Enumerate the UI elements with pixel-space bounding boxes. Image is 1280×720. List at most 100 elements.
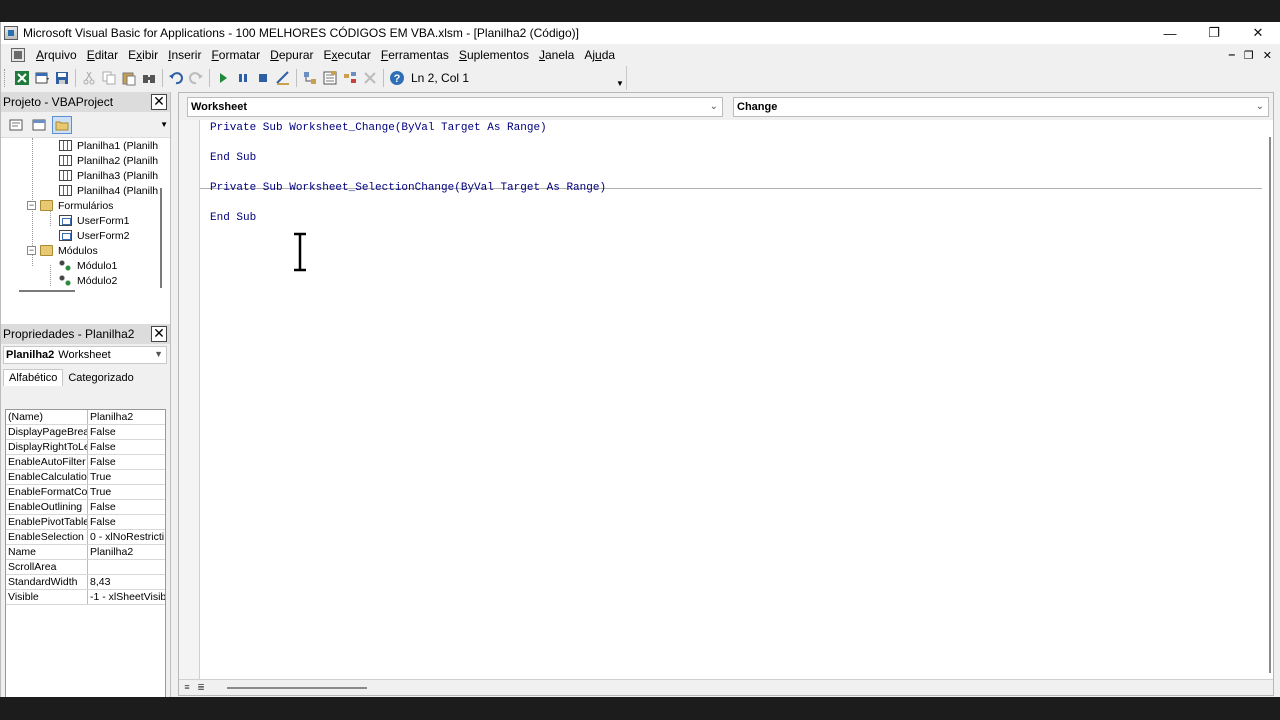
chevron-down-icon[interactable]: ⌄ <box>710 101 718 112</box>
tab-alphabetic[interactable]: Alfabético <box>3 369 64 386</box>
property-value[interactable]: False <box>88 425 165 439</box>
property-value[interactable]: True <box>88 485 165 499</box>
code-line[interactable]: Private Sub Worksheet_Change(ByVal Targe… <box>210 122 547 137</box>
menu-item-9[interactable]: Janela <box>536 48 581 62</box>
property-row[interactable]: EnableAutoFilter False <box>6 455 165 470</box>
property-row[interactable]: EnableFormatCon True <box>6 485 165 500</box>
property-row[interactable]: (Name) Planilha2 <box>6 410 165 425</box>
object-selector[interactable]: Planilha2 Worksheet ▼ <box>3 346 167 364</box>
indicator-margin[interactable] <box>179 120 200 680</box>
property-value[interactable]: 0 - xlNoRestricti <box>88 530 165 544</box>
tree-horizontal-scrollbar[interactable] <box>19 290 75 292</box>
collapse-icon[interactable]: − <box>27 246 36 255</box>
tree-item[interactable]: Módulo1 <box>59 258 117 273</box>
undo-icon[interactable] <box>166 68 186 88</box>
project-toolbar-more-icon[interactable]: ▼ <box>160 120 168 129</box>
property-row[interactable]: EnableCalculation True <box>6 470 165 485</box>
paste-icon[interactable] <box>119 68 139 88</box>
toolbox-icon[interactable] <box>360 68 380 88</box>
design-mode-icon[interactable] <box>273 68 293 88</box>
chevron-down-icon[interactable]: ⌄ <box>1256 101 1264 112</box>
property-value[interactable]: Planilha2 <box>88 410 165 424</box>
code-editor[interactable]: Private Sub Worksheet_Change(ByVal Targe… <box>200 120 1262 680</box>
tree-item[interactable]: UserForm2 <box>59 228 130 243</box>
view-object-icon[interactable] <box>29 116 49 134</box>
properties-close-button[interactable]: ✕ <box>151 326 167 342</box>
property-value[interactable]: Planilha2 <box>88 545 165 559</box>
mdi-minimize-button[interactable]: ‒ <box>1229 49 1235 61</box>
property-value[interactable]: -1 - xlSheetVisib <box>88 590 165 604</box>
code-window-system-icon[interactable] <box>11 48 25 62</box>
menu-item-6[interactable]: Executar <box>321 48 378 62</box>
mdi-close-button[interactable]: ✕ <box>1263 49 1272 62</box>
break-icon[interactable] <box>233 68 253 88</box>
tree-item[interactable]: Planilha2 (Planilh <box>59 153 158 168</box>
menu-item-1[interactable]: Editar <box>84 48 125 62</box>
property-value[interactable]: True <box>88 470 165 484</box>
tree-item[interactable]: UserForm1 <box>59 213 130 228</box>
property-row[interactable]: EnableOutlining False <box>6 500 165 515</box>
property-row[interactable]: EnablePivotTable False <box>6 515 165 530</box>
view-code-icon[interactable] <box>6 116 26 134</box>
mdi-restore-button[interactable]: ❐ <box>1244 49 1254 62</box>
code-line[interactable]: End Sub <box>210 152 256 167</box>
property-row[interactable]: DisplayPageBreak False <box>6 425 165 440</box>
restore-button[interactable]: ❐ <box>1192 22 1236 44</box>
project-explorer-icon[interactable] <box>300 68 320 88</box>
full-module-view-icon[interactable]: ≣ <box>195 682 207 694</box>
tree-item[interactable]: Planilha1 (Planilh <box>59 138 158 153</box>
tree-item[interactable]: Planilha4 (Planilh <box>59 183 158 198</box>
properties-icon[interactable] <box>320 68 340 88</box>
close-button[interactable]: ✕ <box>1236 22 1280 44</box>
help-icon[interactable]: ? <box>387 68 407 88</box>
code-horizontal-scrollbar[interactable] <box>227 687 367 689</box>
object-combo[interactable]: Worksheet ⌄ <box>187 97 723 117</box>
property-row[interactable]: DisplayRightToLef False <box>6 440 165 455</box>
menu-item-3[interactable]: Inserir <box>165 48 208 62</box>
reset-icon[interactable] <box>253 68 273 88</box>
property-row[interactable]: Name Planilha2 <box>6 545 165 560</box>
project-explorer-close-button[interactable]: ✕ <box>151 94 167 110</box>
insert-userform-icon[interactable] <box>32 68 52 88</box>
object-browser-icon[interactable] <box>340 68 360 88</box>
property-value[interactable]: False <box>88 440 165 454</box>
property-value[interactable]: 8,43 <box>88 575 165 589</box>
property-value[interactable] <box>88 560 165 574</box>
property-value[interactable]: False <box>88 500 165 514</box>
find-icon[interactable] <box>139 68 159 88</box>
collapse-icon[interactable]: − <box>27 201 36 210</box>
tree-item[interactable]: − Formulários <box>27 198 113 213</box>
tree-item[interactable]: Módulo2 <box>59 273 117 288</box>
property-value[interactable]: False <box>88 515 165 529</box>
menu-item-0[interactable]: Arquivo <box>33 48 84 62</box>
menu-item-4[interactable]: Formatar <box>208 48 267 62</box>
menu-item-7[interactable]: Ferramentas <box>378 48 456 62</box>
procedure-view-icon[interactable]: ≡ <box>181 682 193 694</box>
save-icon[interactable] <box>52 68 72 88</box>
menu-item-8[interactable]: Suplementos <box>456 48 536 62</box>
code-vertical-scrollbar[interactable] <box>1269 137 1271 673</box>
code-line[interactable]: Private Sub Worksheet_SelectionChange(By… <box>210 182 606 197</box>
property-row[interactable]: StandardWidth 8,43 <box>6 575 165 590</box>
property-row[interactable]: EnableSelection 0 - xlNoRestricti <box>6 530 165 545</box>
minimize-button[interactable]: — <box>1148 22 1192 44</box>
toolbar-grip[interactable] <box>4 69 7 87</box>
cut-icon[interactable] <box>79 68 99 88</box>
tree-item[interactable]: − Módulos <box>27 243 98 258</box>
chevron-down-icon[interactable]: ▼ <box>154 349 163 359</box>
property-value[interactable]: False <box>88 455 165 469</box>
menu-item-10[interactable]: Ajuda <box>581 48 622 62</box>
menu-item-2[interactable]: Exibir <box>125 48 165 62</box>
tab-categorized[interactable]: Categorizado <box>63 370 138 386</box>
toolbar-options-icon[interactable]: ▼ <box>616 68 624 88</box>
excel-icon[interactable] <box>12 68 32 88</box>
tree-item[interactable]: Planilha3 (Planilh <box>59 168 158 183</box>
run-icon[interactable] <box>213 68 233 88</box>
code-line[interactable]: End Sub <box>210 212 256 227</box>
copy-icon[interactable] <box>99 68 119 88</box>
tree-vertical-scrollbar[interactable] <box>160 188 162 288</box>
toggle-folders-icon[interactable] <box>52 115 72 134</box>
redo-icon[interactable] <box>186 68 206 88</box>
property-row[interactable]: Visible -1 - xlSheetVisib <box>6 590 165 605</box>
property-row[interactable]: ScrollArea <box>6 560 165 575</box>
